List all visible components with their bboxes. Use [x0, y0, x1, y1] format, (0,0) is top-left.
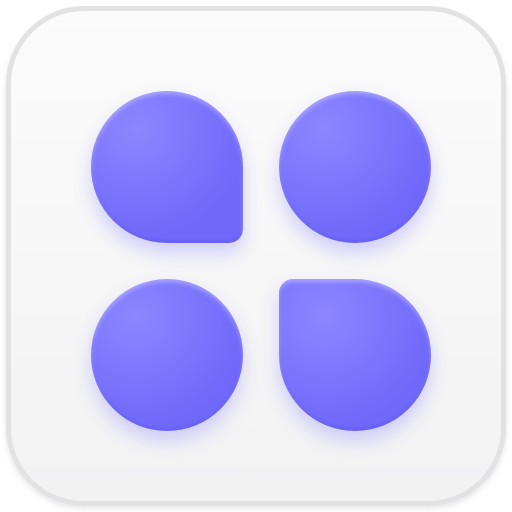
bottom-right-tile-shape: [279, 279, 431, 431]
top-left-tile-shape: [91, 91, 243, 243]
bottom-left-circle-shape: [91, 279, 243, 431]
top-right-circle-shape: [279, 91, 431, 243]
app-icon[interactable]: [6, 6, 506, 506]
